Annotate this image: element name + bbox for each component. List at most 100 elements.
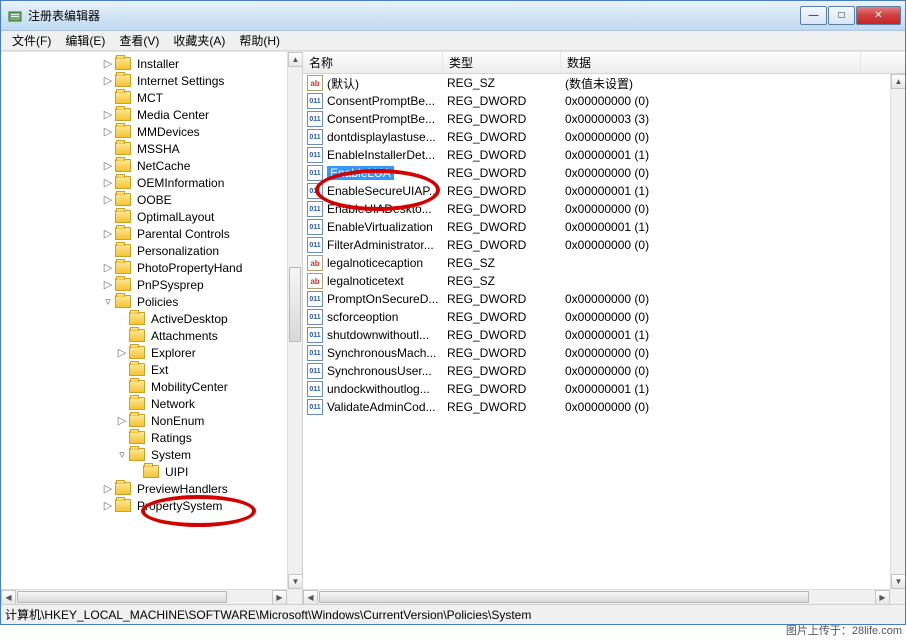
list-row[interactable]: 011EnableSecureUIAP...REG_DWORD0x0000000…	[303, 182, 890, 200]
collapse-icon[interactable]: ▷	[101, 499, 115, 512]
scroll-right-button[interactable]: ▶	[272, 590, 287, 604]
list-row[interactable]: 011FilterAdministrator...REG_DWORD0x0000…	[303, 236, 890, 254]
collapse-icon[interactable]: ▷	[101, 482, 115, 495]
list-row[interactable]: 011ConsentPromptBe...REG_DWORD0x00000003…	[303, 110, 890, 128]
collapse-icon[interactable]: ▷	[101, 176, 115, 189]
column-header-type[interactable]: 类型	[443, 51, 561, 74]
tree-scrollbar-v[interactable]: ▲ ▼	[287, 52, 302, 589]
expand-icon[interactable]: ▿	[115, 448, 129, 461]
collapse-icon[interactable]: ▷	[101, 125, 115, 138]
list-row[interactable]: 011ValidateAdminCod...REG_DWORD0x0000000…	[303, 398, 890, 416]
tree-item[interactable]: OptimalLayout	[3, 208, 287, 225]
list-row[interactable]: 011PromptOnSecureD...REG_DWORD0x00000000…	[303, 290, 890, 308]
tree-item[interactable]: UIPI	[3, 463, 287, 480]
list-row[interactable]: 011dontdisplaylastuse...REG_DWORD0x00000…	[303, 128, 890, 146]
collapse-icon[interactable]: ▷	[101, 278, 115, 291]
column-header-name[interactable]: 名称	[303, 51, 443, 74]
menu-favorites[interactable]: 收藏夹(A)	[166, 30, 232, 51]
list-row[interactable]: 011SynchronousUser...REG_DWORD0x00000000…	[303, 362, 890, 380]
tree-item[interactable]: ▷NetCache	[3, 157, 287, 174]
list-row[interactable]: 011EnableVirtualizationREG_DWORD0x000000…	[303, 218, 890, 236]
tree-item[interactable]: MSSHA	[3, 140, 287, 157]
value-name: ConsentPromptBe...	[327, 94, 447, 108]
tree-item[interactable]: ▷PhotoPropertyHand	[3, 259, 287, 276]
tree-item[interactable]: ▷MMDevices	[3, 123, 287, 140]
tree-scrollbar-h[interactable]: ◀ ▶	[1, 589, 287, 604]
collapse-icon[interactable]: ▷	[101, 159, 115, 172]
expand-icon[interactable]: ▿	[101, 295, 115, 308]
scroll-up-button[interactable]: ▲	[288, 52, 303, 67]
list-row[interactable]: 011ConsentPromptBe...REG_DWORD0x00000000…	[303, 92, 890, 110]
titlebar[interactable]: 注册表编辑器 — □ ✕	[1, 1, 905, 31]
list-row[interactable]: 011SynchronousMach...REG_DWORD0x00000000…	[303, 344, 890, 362]
list-scrollbar-v[interactable]: ▲ ▼	[890, 74, 905, 589]
list-row[interactable]: 011scforceoptionREG_DWORD0x00000000 (0)	[303, 308, 890, 326]
list-row[interactable]: 011EnableLUAREG_DWORD0x00000000 (0)	[303, 164, 890, 182]
list-row[interactable]: ablegalnoticecaptionREG_SZ	[303, 254, 890, 272]
scroll-up-button[interactable]: ▲	[891, 74, 905, 89]
collapse-icon[interactable]: ▷	[115, 346, 129, 359]
scroll-down-button[interactable]: ▼	[288, 574, 303, 589]
list-row[interactable]: ab(默认)REG_SZ(数值未设置)	[303, 74, 890, 92]
reg-string-icon: ab	[307, 255, 323, 271]
menu-help[interactable]: 帮助(H)	[232, 30, 287, 51]
collapse-icon[interactable]: ▷	[101, 261, 115, 274]
menu-view[interactable]: 查看(V)	[112, 30, 166, 51]
tree-item-label: PreviewHandlers	[135, 482, 230, 496]
tree-item[interactable]: ▷OEMInformation	[3, 174, 287, 191]
tree-item[interactable]: ▷ PreviewHandlers	[3, 480, 287, 497]
tree-item[interactable]: ▷NonEnum	[3, 412, 287, 429]
tree-item[interactable]: Network	[3, 395, 287, 412]
list-row[interactable]: ablegalnoticetextREG_SZ	[303, 272, 890, 290]
tree-item[interactable]: Personalization	[3, 242, 287, 259]
column-header-data[interactable]: 数据	[561, 51, 861, 74]
reg-binary-icon: 011	[307, 399, 323, 415]
scroll-thumb-h[interactable]	[17, 591, 227, 603]
tree-view[interactable]: ▷Installer▷Internet SettingsMCT▷Media Ce…	[1, 52, 287, 589]
tree-item[interactable]: ▷PropertySystem	[3, 497, 287, 514]
tree-item[interactable]: ▷Internet Settings	[3, 72, 287, 89]
collapse-icon[interactable]: ▷	[101, 108, 115, 121]
menu-edit[interactable]: 编辑(E)	[58, 30, 112, 51]
tree-item[interactable]: ▷Parental Controls	[3, 225, 287, 242]
collapse-icon[interactable]: ▷	[101, 74, 115, 87]
collapse-icon[interactable]: ▷	[115, 414, 129, 427]
menu-file[interactable]: 文件(F)	[5, 30, 58, 51]
close-button[interactable]: ✕	[856, 6, 901, 25]
tree-item[interactable]: ▷Explorer	[3, 344, 287, 361]
value-data: 0x00000001 (1)	[565, 220, 865, 234]
scroll-left-button[interactable]: ◀	[303, 590, 318, 604]
scroll-left-button[interactable]: ◀	[1, 590, 16, 604]
value-name: SynchronousUser...	[327, 364, 447, 378]
tree-item[interactable]: Ratings	[3, 429, 287, 446]
folder-icon	[115, 278, 131, 291]
list-row[interactable]: 011shutdownwithoutl...REG_DWORD0x0000000…	[303, 326, 890, 344]
list-row[interactable]: 011EnableInstallerDet...REG_DWORD0x00000…	[303, 146, 890, 164]
tree-item[interactable]: Attachments	[3, 327, 287, 344]
tree-item[interactable]: ActiveDesktop	[3, 310, 287, 327]
list-row[interactable]: 011undockwithoutlog...REG_DWORD0x0000000…	[303, 380, 890, 398]
tree-item[interactable]: Ext	[3, 361, 287, 378]
tree-item[interactable]: ▷OOBE	[3, 191, 287, 208]
value-data: 0x00000000 (0)	[565, 166, 865, 180]
collapse-icon[interactable]: ▷	[101, 193, 115, 206]
tree-item[interactable]: MCT	[3, 89, 287, 106]
list-scrollbar-h[interactable]: ◀ ▶	[303, 589, 890, 604]
tree-item[interactable]: ▷Installer	[3, 55, 287, 72]
tree-item[interactable]: ▿System	[3, 446, 287, 463]
tree-item[interactable]: ▷PnPSysprep	[3, 276, 287, 293]
value-name: undockwithoutlog...	[327, 382, 447, 396]
scroll-thumb[interactable]	[289, 267, 301, 342]
tree-item[interactable]: ▷Media Center	[3, 106, 287, 123]
collapse-icon[interactable]: ▷	[101, 57, 115, 70]
collapse-icon[interactable]: ▷	[101, 227, 115, 240]
scroll-down-button[interactable]: ▼	[891, 574, 905, 589]
tree-item[interactable]: MobilityCenter	[3, 378, 287, 395]
scroll-right-button[interactable]: ▶	[875, 590, 890, 604]
tree-item[interactable]: ▿Policies	[3, 293, 287, 310]
list-row[interactable]: 011EnableUIADeskto...REG_DWORD0x00000000…	[303, 200, 890, 218]
scroll-thumb-h[interactable]	[319, 591, 809, 603]
minimize-button[interactable]: —	[800, 6, 827, 25]
values-list[interactable]: ab(默认)REG_SZ(数值未设置)011ConsentPromptBe...…	[303, 74, 890, 589]
maximize-button[interactable]: □	[828, 6, 855, 25]
